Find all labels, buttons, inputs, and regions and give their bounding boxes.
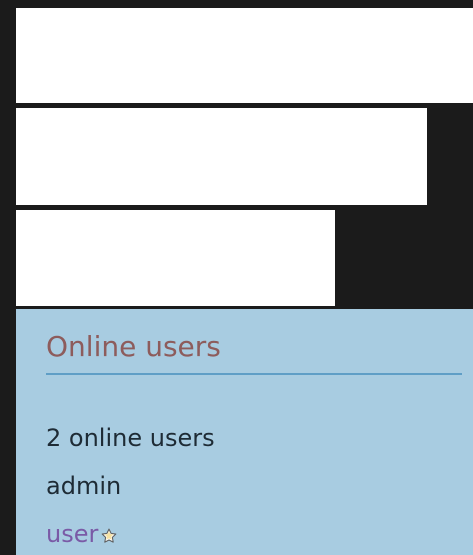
online-users-count: 2 online users bbox=[46, 424, 215, 452]
online-users-title: Online users bbox=[46, 330, 221, 363]
online-users-panel: Online users 2 online users admin user bbox=[16, 309, 473, 555]
blank-panel-top bbox=[16, 8, 473, 103]
star-icon-svg bbox=[102, 528, 117, 543]
blank-panel-middle bbox=[16, 108, 427, 205]
blank-panel-lower bbox=[16, 210, 335, 306]
online-user-admin: admin bbox=[46, 472, 122, 500]
page-frame: Online users 2 online users admin user bbox=[0, 0, 473, 555]
online-users-divider bbox=[46, 373, 462, 375]
online-user-link[interactable]: user bbox=[46, 522, 118, 546]
online-user-name: user bbox=[46, 520, 99, 548]
star-icon bbox=[100, 527, 118, 545]
